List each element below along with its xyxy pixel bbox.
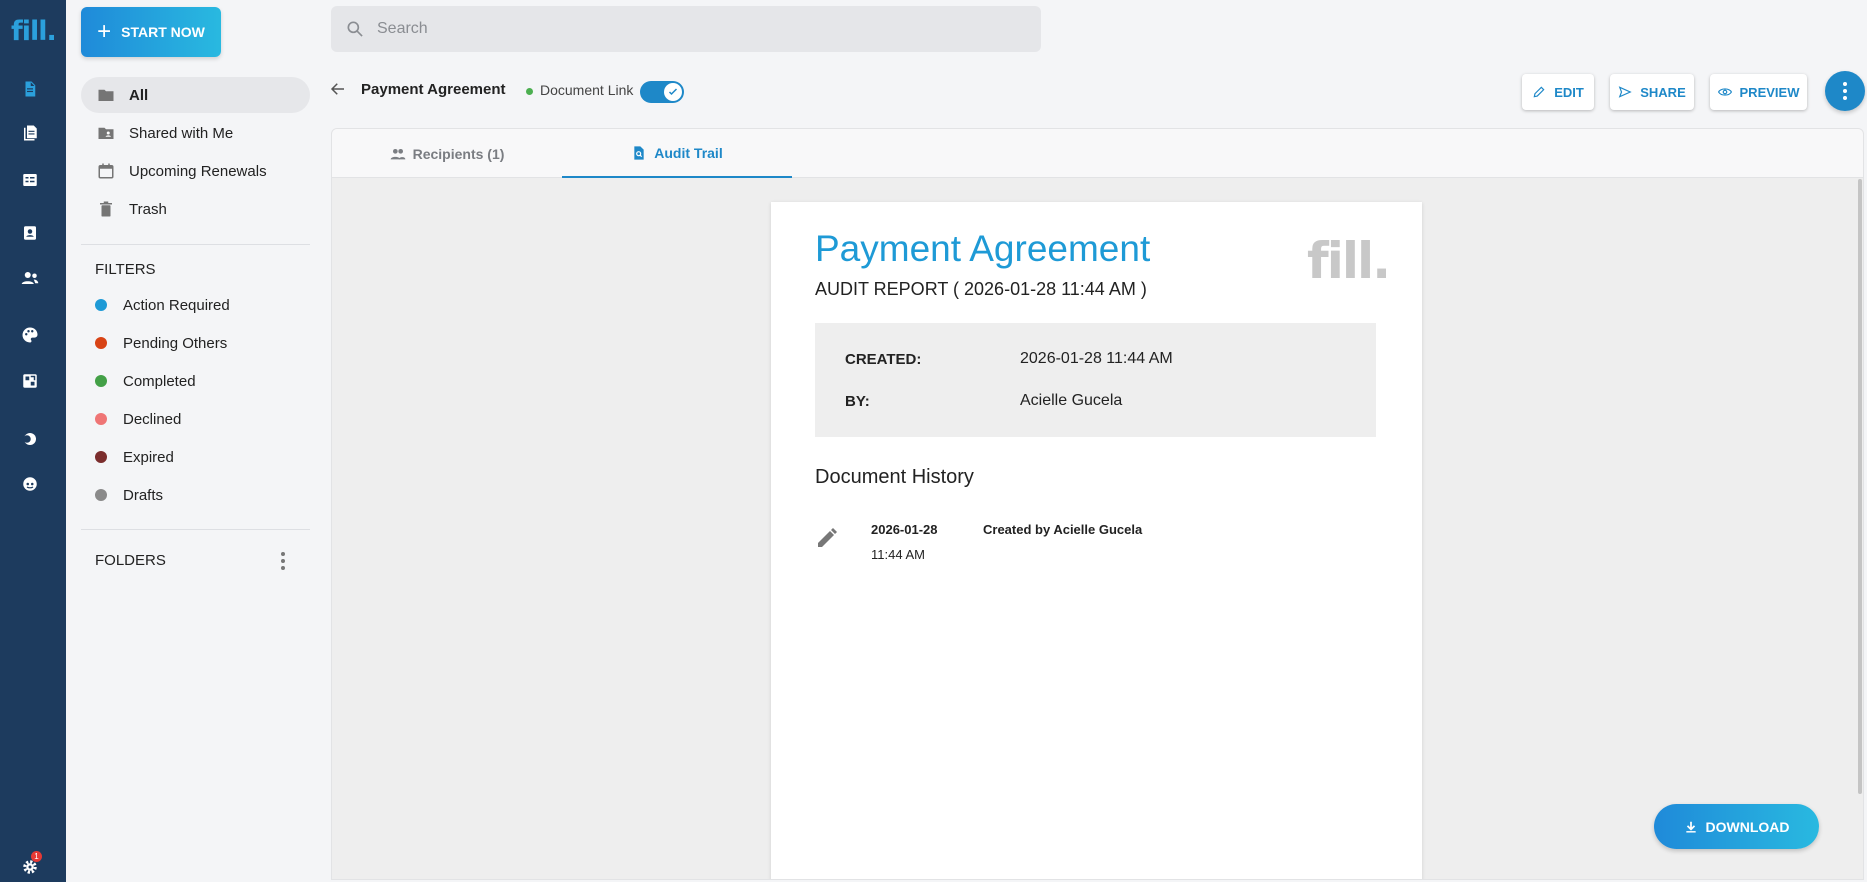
history-description: Created by Acielle Gucela: [983, 522, 1143, 537]
document-history-title: Document History: [815, 466, 974, 488]
filter-drafts[interactable]: Drafts: [95, 484, 163, 506]
plus-icon: +: [97, 18, 112, 45]
status-dot: [95, 337, 107, 349]
pencil-icon: [1533, 86, 1545, 98]
templates-icon[interactable]: [19, 122, 41, 144]
check-icon: [668, 88, 678, 96]
filter-label: Expired: [123, 448, 174, 466]
calendar-icon: [97, 162, 115, 180]
link-status-dot: [526, 88, 533, 95]
nav-item-label: All: [129, 86, 149, 104]
documents-icon[interactable]: [19, 78, 41, 100]
report-title: Payment Agreement: [815, 228, 1151, 269]
filter-label: Declined: [123, 410, 182, 428]
start-now-button[interactable]: + START NOW: [81, 7, 221, 57]
document-content-panel: Recipients (1) Audit Trail Payment Agree…: [331, 128, 1864, 880]
contacts-icon[interactable]: [19, 222, 41, 244]
audit-report-page: Payment Agreement AUDIT REPORT ( 2026-01…: [771, 202, 1422, 879]
nav-item-label: Upcoming Renewals: [129, 162, 267, 180]
report-info-box: CREATED: 2026-01-28 11:44 AM BY: Acielle…: [815, 323, 1376, 437]
filter-action-required[interactable]: Action Required: [95, 294, 230, 316]
forms-icon[interactable]: [19, 169, 41, 191]
download-label: DOWNLOAD: [1705, 818, 1790, 835]
filter-label: Pending Others: [123, 334, 228, 352]
download-icon: [1685, 821, 1696, 833]
toggle-knob: [664, 83, 682, 101]
nav-item-trash[interactable]: Trash: [81, 191, 310, 227]
folders-more-icon[interactable]: [277, 552, 289, 570]
filter-label: Action Required: [123, 296, 230, 314]
filter-label: Drafts: [123, 486, 164, 504]
back-arrow-icon[interactable]: [329, 80, 347, 98]
app-logo[interactable]: fill.: [11, 16, 57, 47]
send-icon: [1618, 86, 1632, 98]
notification-badge: 1: [31, 851, 42, 862]
share-button[interactable]: SHARE: [1610, 74, 1694, 110]
audit-doc-icon: [634, 145, 644, 160]
status-dot: [95, 413, 107, 425]
nav-divider: [81, 244, 310, 245]
folders-heading: FOLDERS: [95, 552, 166, 569]
status-dot: [95, 451, 107, 463]
status-dot: [95, 375, 107, 387]
tab-label: Recipients (1): [412, 145, 505, 162]
created-value: 2026-01-28 11:44 AM: [1020, 350, 1173, 367]
tab-bar: Recipients (1) Audit Trail: [332, 129, 1863, 178]
content-scrollbar[interactable]: [1858, 179, 1862, 794]
by-value: Acielle Gucela: [1020, 392, 1123, 409]
history-time: 11:44 AM: [871, 547, 925, 562]
tab-label: Audit Trail: [654, 144, 723, 161]
nav-item-label: Trash: [129, 200, 167, 218]
support-icon[interactable]: [19, 473, 41, 495]
by-key: BY:: [845, 393, 870, 410]
trash-icon: [97, 200, 115, 218]
toggle-theme-icon[interactable]: [19, 428, 41, 450]
filter-declined[interactable]: Declined: [95, 408, 181, 430]
tab-audit-trail[interactable]: Audit Trail: [562, 129, 792, 178]
nav-item-shared-with-me[interactable]: Shared with Me: [81, 115, 310, 151]
report-subtitle: AUDIT REPORT ( 2026-01-28 11:44 AM ): [815, 279, 1147, 299]
search-bar: [331, 6, 1041, 52]
more-actions-button[interactable]: [1825, 71, 1865, 111]
nav-item-label: Shared with Me: [129, 124, 234, 142]
users-icon[interactable]: [19, 267, 41, 289]
document-link-toggle[interactable]: [640, 81, 684, 103]
search-icon: [347, 21, 363, 37]
palette-icon[interactable]: [19, 324, 41, 346]
folder-icon: [97, 86, 115, 104]
filter-completed[interactable]: Completed: [95, 370, 196, 392]
search-input[interactable]: [377, 20, 977, 38]
eye-icon: [1717, 88, 1732, 96]
filters-heading: FILTERS: [95, 261, 156, 278]
status-dot: [95, 489, 107, 501]
nav-item-upcoming-renewals[interactable]: Upcoming Renewals: [81, 153, 310, 189]
shared-folder-icon: [97, 124, 115, 142]
filter-pending-others[interactable]: Pending Others: [95, 332, 227, 354]
integrations-icon[interactable]: [19, 370, 41, 392]
pencil-icon: [818, 528, 837, 547]
document-title: Payment Agreement: [361, 81, 506, 98]
start-now-label: START NOW: [121, 24, 205, 40]
created-key: CREATED:: [845, 351, 922, 368]
edit-button[interactable]: EDIT: [1522, 74, 1594, 110]
nav-item-all[interactable]: All: [81, 77, 310, 113]
share-label: SHARE: [1640, 84, 1686, 100]
tab-recipients[interactable]: Recipients (1): [332, 129, 562, 178]
document-link-label: Document Link: [540, 82, 634, 98]
people-icon: [390, 148, 405, 159]
preview-label: PREVIEW: [1739, 84, 1800, 100]
edit-label: EDIT: [1554, 84, 1584, 100]
download-button[interactable]: DOWNLOAD: [1654, 804, 1819, 849]
filter-expired[interactable]: Expired: [95, 446, 174, 468]
filter-label: Completed: [123, 372, 196, 390]
history-date: 2026-01-28: [871, 522, 938, 537]
preview-button[interactable]: PREVIEW: [1710, 74, 1807, 110]
filters-divider: [81, 529, 310, 530]
icon-rail: fill. 1: [0, 0, 66, 882]
report-logo: fill.: [1307, 232, 1391, 290]
status-dot: [95, 299, 107, 311]
